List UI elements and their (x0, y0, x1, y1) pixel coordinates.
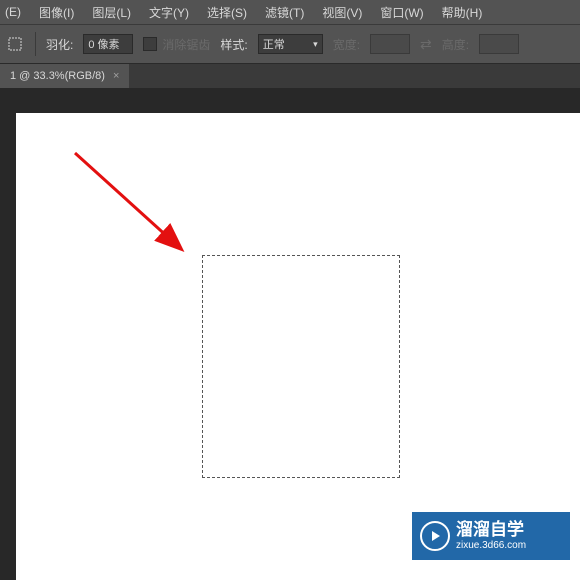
menu-view[interactable]: 视图(V) (322, 4, 362, 21)
selection-tool-icon[interactable] (5, 34, 25, 54)
menu-select[interactable]: 选择(S) (207, 4, 247, 21)
antialias-checkbox[interactable] (143, 37, 157, 51)
antialias-label: 消除锯齿 (162, 36, 210, 53)
menu-type[interactable]: 文字(Y) (149, 4, 189, 21)
menu-help[interactable]: 帮助(H) (442, 4, 483, 21)
document-tab[interactable]: 1 @ 33.3%(RGB/8) × (0, 64, 129, 88)
play-icon (420, 521, 450, 551)
menu-filter[interactable]: 滤镜(T) (265, 4, 304, 21)
menu-image[interactable]: 图像(I) (39, 4, 74, 21)
selection-marquee[interactable] (202, 255, 400, 478)
tab-bar: 1 @ 33.3%(RGB/8) × (0, 64, 580, 88)
options-bar: 羽化: 消除锯齿 样式: 正常 ▾ 宽度: ⇄ 高度: (0, 24, 580, 64)
menu-window[interactable]: 窗口(W) (380, 4, 423, 21)
watermark-text: 溜溜自学 zixue.3d66.com (456, 521, 526, 551)
menu-edit[interactable]: (E) (5, 5, 21, 19)
chevron-down-icon: ▾ (313, 39, 318, 50)
height-input (479, 34, 519, 54)
antialias-group[interactable]: 消除锯齿 (143, 36, 210, 53)
height-label: 高度: (442, 36, 469, 53)
feather-input[interactable] (83, 34, 133, 54)
swap-icon: ⇄ (420, 36, 432, 53)
feather-label: 羽化: (46, 36, 73, 53)
watermark-main: 溜溜自学 (456, 521, 526, 540)
style-select[interactable]: 正常 ▾ (258, 34, 323, 54)
style-label: 样式: (220, 36, 247, 53)
close-icon[interactable]: × (113, 70, 119, 82)
menu-layer[interactable]: 图层(L) (92, 4, 131, 21)
watermark-sub: zixue.3d66.com (456, 540, 526, 551)
width-input (370, 34, 410, 54)
watermark: 溜溜自学 zixue.3d66.com (412, 512, 570, 560)
separator (35, 32, 36, 56)
menu-bar: (E) 图像(I) 图层(L) 文字(Y) 选择(S) 滤镜(T) 视图(V) … (0, 0, 580, 24)
style-value: 正常 (263, 36, 285, 52)
width-label: 宽度: (333, 36, 360, 53)
tab-label: 1 @ 33.3%(RGB/8) (10, 70, 105, 82)
